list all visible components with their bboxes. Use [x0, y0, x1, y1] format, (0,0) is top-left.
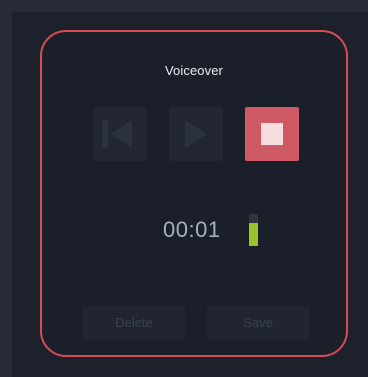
- app-background: Voiceover 00:01 Delete Save: [0, 0, 368, 377]
- skip-back-button[interactable]: [93, 107, 147, 161]
- voiceover-recorder-panel: Voiceover 00:01 Delete Save: [40, 30, 348, 357]
- save-button[interactable]: Save: [207, 306, 309, 340]
- stop-icon: [261, 123, 283, 145]
- audio-level-fill: [249, 222, 258, 246]
- recorder-title: Voiceover: [165, 63, 223, 78]
- stop-button[interactable]: [245, 107, 299, 161]
- audio-level-meter: [249, 214, 258, 246]
- skip-back-icon: [102, 120, 132, 148]
- delete-button[interactable]: Delete: [83, 306, 185, 340]
- play-icon: [185, 120, 207, 148]
- recording-timer: 00:01: [163, 217, 221, 242]
- play-button[interactable]: [169, 107, 223, 161]
